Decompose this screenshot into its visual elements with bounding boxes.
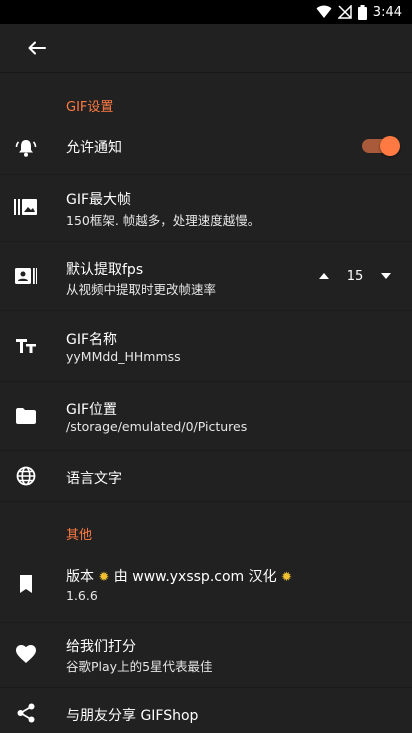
image-strip-icon [14,195,38,219]
notification-ring-icon [14,136,38,160]
max-frames-subtitle: 150框架. 帧越多，处理速度越慢。 [66,213,261,228]
battery-icon [357,4,367,20]
folder-icon [14,404,38,428]
rate-subtitle: 谷歌Play上的5星代表最佳 [66,659,213,674]
setting-max-frames[interactable]: GIF最大帧 150框架. 帧越多，处理速度越慢。 [0,175,412,241]
fps-value: 15 [346,268,364,284]
share-icon [14,701,38,725]
default-fps-title: 默认提取fps [66,262,144,278]
triangle-down-icon [381,273,391,279]
setting-gif-name[interactable]: GIF名称 yyMMdd_HHmmss [0,311,412,381]
language-title: 语言文字 [66,471,122,487]
gif-location-title: GIF位置 [66,402,118,418]
gif-name-title: GIF名称 [66,332,118,348]
version-number: 1.6.6 [66,588,98,603]
toggle-knob [380,136,400,156]
arrow-back-icon [28,41,46,55]
triangle-up-icon [319,273,329,279]
status-icons: 3:44 [316,0,402,24]
version-title: 版本 ✹ 由 www.yxssp.com 汉化 ✹ [66,566,292,586]
setting-share[interactable]: 与朋友分享 GIFShop [0,688,412,733]
default-fps-subtitle: 从视频中提取时更改帧速率 [66,282,217,297]
setting-rate[interactable]: 给我们打分 谷歌Play上的5星代表最佳 [0,623,412,687]
section-header-gif-settings: GIF设置 [66,100,114,115]
fps-decrease-button[interactable] [374,264,398,288]
video-settings-icon [14,264,38,288]
heart-icon [14,642,38,666]
globe-icon [14,464,38,488]
wifi-icon [316,5,332,18]
fps-increase-button[interactable] [312,264,336,288]
sun-icon: ✹ [98,570,110,585]
text-fields-icon [14,334,38,358]
setting-allow-notify[interactable]: 允许通知 [0,122,412,174]
signal-muted-icon [337,5,352,19]
bookmark-icon [14,572,38,596]
sun-icon: ✹ [281,570,292,585]
setting-language[interactable]: 语言文字 [0,451,412,501]
setting-version[interactable]: 版本 ✹ 由 www.yxssp.com 汉化 ✹ 1.6.6 [0,552,412,622]
rate-title: 给我们打分 [66,639,136,655]
max-frames-title: GIF最大帧 [66,192,132,208]
section-header-other: 其他 [66,528,93,543]
gif-name-subtitle: yyMMdd_HHmmss [66,349,181,364]
divider [0,501,412,502]
gif-location-subtitle: /storage/emulated/0/Pictures [66,419,248,434]
allow-notify-toggle[interactable] [362,136,400,156]
version-label: 版本 [66,569,94,585]
status-time: 3:44 [372,4,402,20]
status-bar: 3:44 [0,0,412,24]
setting-default-fps[interactable]: 默认提取fps 从视频中提取时更改帧速率 15 [0,242,412,310]
allow-notify-label: 允许通知 [66,140,122,156]
fps-stepper: 15 [312,264,402,288]
share-title: 与朋友分享 GIFShop [66,708,199,724]
version-credit: 由 www.yxssp.com 汉化 [109,569,282,585]
app-bar [0,24,412,73]
setting-gif-location[interactable]: GIF位置 /storage/emulated/0/Pictures [0,382,412,450]
back-button[interactable] [28,36,68,60]
